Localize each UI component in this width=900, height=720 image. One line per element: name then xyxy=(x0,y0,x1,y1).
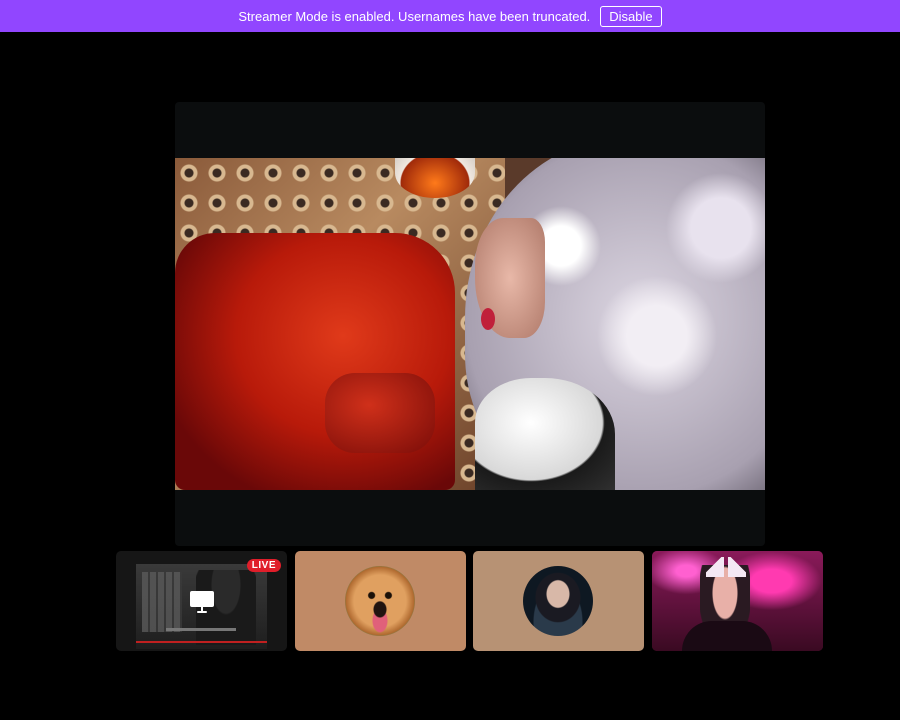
dark-haired-woman-avatar xyxy=(523,566,593,636)
video-fur-collar xyxy=(475,378,615,490)
video-lips xyxy=(481,308,495,330)
golden-retriever-avatar xyxy=(345,566,415,636)
participant-tile-woman-avatar[interactable] xyxy=(473,551,644,651)
participant-thumbnail-strip: LIVE xyxy=(116,551,824,651)
cat-ear-headphones xyxy=(706,557,746,577)
screen-share-progress-bar xyxy=(136,641,267,643)
participant-tile-camera[interactable] xyxy=(652,551,823,651)
video-chair-arm xyxy=(325,373,435,453)
participant-tile-screen-share[interactable]: LIVE xyxy=(116,551,287,651)
live-badge: LIVE xyxy=(246,559,281,572)
streamer-mode-message: Streamer Mode is enabled. Usernames have… xyxy=(238,8,591,24)
disable-streamer-mode-button[interactable]: Disable xyxy=(600,5,662,27)
main-video-feed[interactable] xyxy=(175,158,765,490)
streamer-mode-banner: Streamer Mode is enabled. Usernames have… xyxy=(0,0,900,32)
monitor-icon xyxy=(190,591,214,613)
participant-tile-dog-avatar[interactable] xyxy=(295,551,466,651)
camera-person-body xyxy=(682,621,772,651)
screen-share-caption xyxy=(166,628,236,631)
main-video-stage[interactable] xyxy=(175,102,765,546)
cat-ear-headphones-camera xyxy=(652,551,823,651)
screen-share-window xyxy=(142,572,182,632)
